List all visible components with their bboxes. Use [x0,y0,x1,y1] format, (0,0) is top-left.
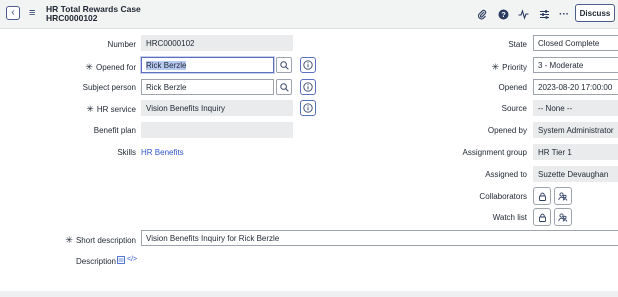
record-number: HRC0000102 [46,13,98,23]
attachment-icon[interactable] [476,8,488,20]
state-select[interactable]: Closed Complete [533,35,618,51]
priority-select[interactable]: 3 - Moderate [533,57,618,73]
search-button[interactable] [276,79,292,95]
settings-sliders-icon[interactable] [538,8,550,20]
opened-by-label: Opened by [487,126,527,135]
info-icon [303,103,313,113]
collaborators-label: Collaborators [479,192,527,201]
watch-list-label: Watch list [492,213,527,222]
form-header: ‹ ≡ HR Total Rewards Case HRC0000102 ? ·… [0,0,618,29]
number-field: HRC0000102 [141,35,293,51]
search-icon [279,60,289,70]
assigned-to-field: Suzette Devaughan [533,166,618,182]
benefit-plan-field [141,122,293,138]
users-icon [558,191,568,201]
required-icon: ✳ [491,62,500,72]
assigned-to-label: Assigned to [485,170,527,179]
watch-list-lock-button[interactable] [533,208,551,226]
discuss-button[interactable]: Discuss [575,4,615,22]
more-options-icon[interactable]: ··· [558,8,570,20]
activity-icon[interactable] [517,8,529,20]
help-icon[interactable]: ? [497,8,509,20]
users-icon [558,212,568,222]
collaborators-lock-button[interactable] [533,187,551,205]
opened-for-label: ✳ Opened for [85,62,136,72]
assignment-group-label: Assignment group [462,148,527,157]
state-label: State [508,40,527,49]
opened-for-input[interactable]: Rick Berzle [141,57,274,73]
footer-bar [0,291,618,297]
lock-icon [538,213,546,222]
watch-list-add-button[interactable] [554,208,572,226]
code-view-icon[interactable]: </> [127,256,137,263]
opened-by-field: System Administrator [533,122,618,138]
subject-person-input[interactable]: Rick Berzle [141,79,274,95]
priority-label: ✳ Priority [491,62,527,72]
description-editor-icon[interactable] [117,256,125,264]
lock-icon [538,192,546,201]
skills-label: Skills [117,148,136,157]
back-button[interactable]: ‹ [6,6,20,20]
opened-datetime-field[interactable]: 2023-08-20 17:00:00 [533,79,618,95]
number-label: Number [107,40,136,49]
required-icon: ✳ [86,104,94,114]
hr-service-field: Vision Benefits Inquiry [141,100,293,116]
opened-label: Opened [498,83,527,92]
info-icon [303,60,313,70]
svg-text:?: ? [501,10,506,19]
search-button[interactable] [276,57,292,73]
benefit-plan-label: Benefit plan [93,126,136,135]
assignment-group-field: HR Tier 1 [533,144,618,160]
description-label: Description [75,257,116,266]
info-icon [303,82,313,92]
source-field: -- None -- [533,100,618,116]
skills-link[interactable]: HR Benefits [141,148,184,157]
required-icon: ✳ [65,235,73,245]
info-button[interactable] [300,79,316,95]
short-description-label: ✳ Short description [65,235,136,245]
menu-icon[interactable]: ≡ [29,6,35,20]
info-button[interactable] [300,100,316,116]
search-icon [279,82,289,92]
hr-service-label: ✳ HR service [86,104,136,114]
info-button[interactable] [300,57,316,73]
source-label: Source [501,104,527,113]
required-icon: ✳ [85,62,93,72]
short-description-input[interactable]: Vision Benefits Inquiry for Rick Berzle [141,230,618,246]
collaborators-add-button[interactable] [554,187,572,205]
chevron-left-icon: ‹ [11,7,15,18]
subject-person-label: Subject person [82,83,136,92]
